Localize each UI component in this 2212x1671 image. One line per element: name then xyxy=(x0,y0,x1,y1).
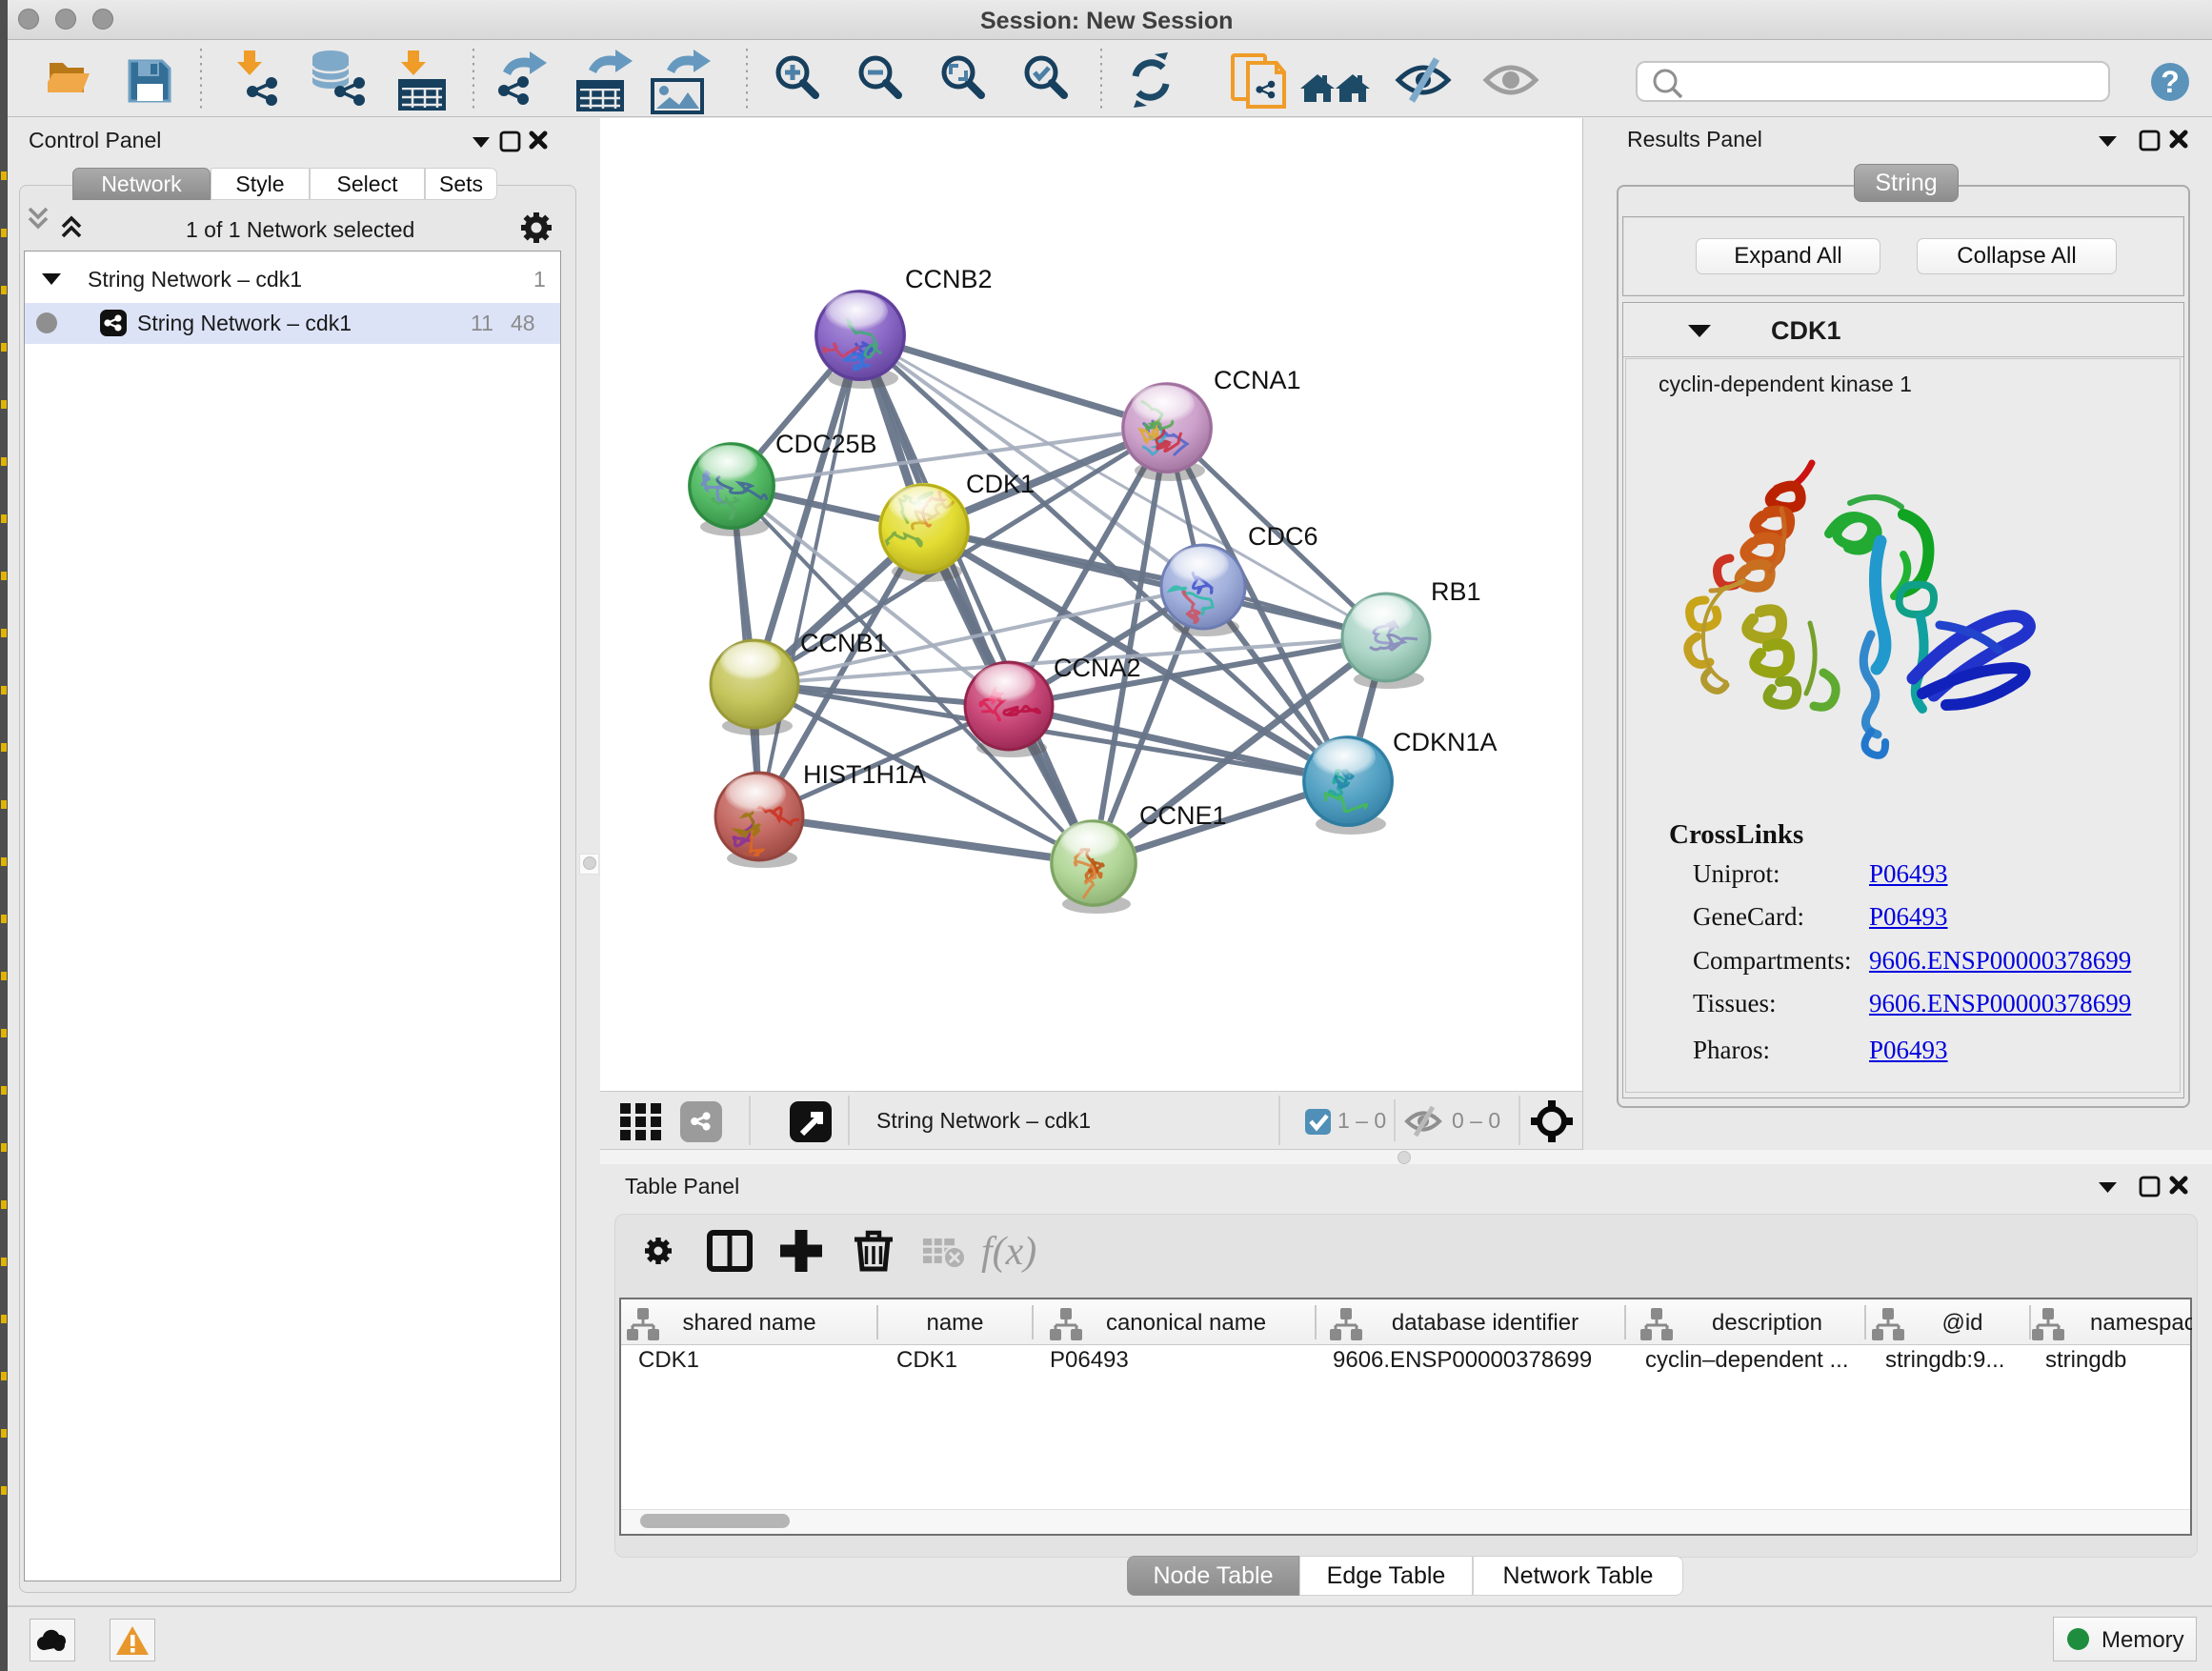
svg-text:CDC25B: CDC25B xyxy=(775,430,877,458)
svg-text:CDKN1A: CDKN1A xyxy=(1393,728,1498,756)
svg-text:CCNB1: CCNB1 xyxy=(800,629,888,657)
svg-text:f(x): f(x) xyxy=(981,1230,1036,1274)
svg-text:CCNA2: CCNA2 xyxy=(1054,654,1141,682)
svg-text:CCNE1: CCNE1 xyxy=(1139,801,1227,830)
svg-text:CCNA1: CCNA1 xyxy=(1214,366,1301,394)
svg-text:RB1: RB1 xyxy=(1431,577,1481,606)
svg-text:?: ? xyxy=(2161,65,2180,99)
svg-text:CDK1: CDK1 xyxy=(966,470,1035,498)
svg-text:HIST1H1A: HIST1H1A xyxy=(803,760,926,789)
svg-text:CCNB2: CCNB2 xyxy=(905,265,993,293)
svg-text:CDC6: CDC6 xyxy=(1248,522,1318,551)
